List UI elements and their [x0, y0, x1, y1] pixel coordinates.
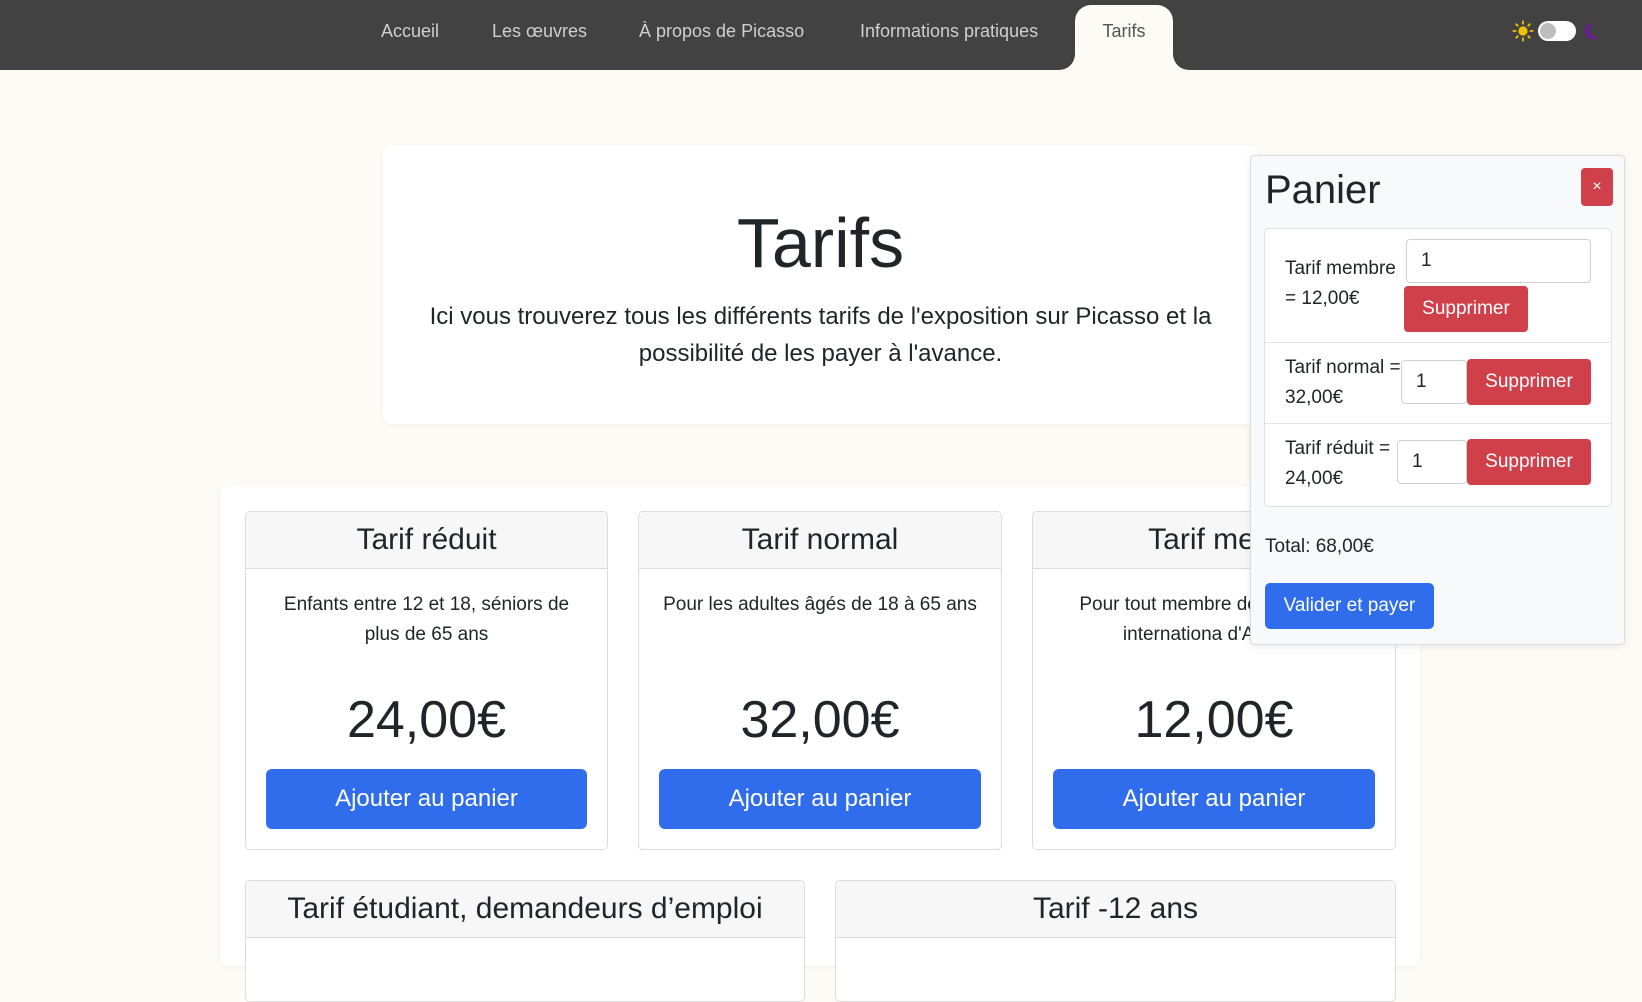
cart-item-label: Tarif membre = 12,00€	[1285, 258, 1396, 309]
moon-icon	[1584, 22, 1600, 40]
card-title: Tarif réduit	[246, 512, 607, 569]
cart-title: Panier	[1265, 168, 1381, 212]
nav-link-accueil[interactable]: Accueil	[381, 0, 439, 62]
cart-items-list: Tarif membre = 12,00€ Supprimer Tarif no…	[1264, 228, 1612, 507]
nav-link-informations[interactable]: Informations pratiques	[860, 0, 1038, 62]
remove-item-button[interactable]: Supprimer	[1404, 286, 1528, 332]
sun-icon	[1512, 20, 1534, 42]
price-card-reduit: Tarif réduit Enfants entre 12 et 18, sén…	[245, 511, 608, 850]
card-title: Tarif -12 ans	[836, 881, 1395, 938]
cart-item: Tarif normal = 32,00€ Supprimer	[1265, 342, 1611, 424]
switch-knob	[1540, 23, 1556, 39]
nav-link-oeuvres[interactable]: Les œuvres	[492, 0, 587, 62]
add-to-cart-button[interactable]: Ajouter au panier	[659, 769, 981, 829]
price-card-moins-12: Tarif -12 ans	[835, 880, 1396, 1002]
cart-item-label: Tarif normal = 32,00€	[1285, 357, 1401, 408]
remove-item-button[interactable]: Supprimer	[1467, 439, 1591, 485]
page-title: Tarifs	[736, 204, 905, 282]
card-title: Tarif normal	[639, 512, 1001, 569]
theme-switch[interactable]	[1538, 21, 1576, 41]
theme-toggle[interactable]	[1512, 18, 1608, 46]
nav-link-tarifs[interactable]: Tarifs	[1075, 5, 1173, 70]
cart-total: Total: 68,00€	[1265, 536, 1374, 557]
prices-container: Tarif réduit Enfants entre 12 et 18, sén…	[220, 486, 1420, 1002]
card-price: 32,00€	[740, 691, 900, 749]
add-to-cart-button[interactable]: Ajouter au panier	[1053, 769, 1375, 829]
card-price: 24,00€	[346, 691, 507, 749]
card-description: Pour les adultes âgés de 18 à 65 ans	[663, 594, 977, 615]
close-cart-button[interactable]: ×	[1581, 168, 1613, 206]
remove-item-button[interactable]: Supprimer	[1467, 359, 1591, 405]
cart-item: Tarif membre = 12,00€ Supprimer	[1265, 229, 1611, 343]
checkout-button[interactable]: Valider et payer	[1265, 583, 1434, 629]
hero-section: Tarifs Ici vous trouverez tous les diffé…	[383, 145, 1258, 424]
cart-panel: Panier × Tarif membre = 12,00€ Supprimer…	[1250, 155, 1625, 645]
price-card-etudiant: Tarif étudiant, demandeurs d’emploi	[245, 880, 805, 1002]
quantity-input[interactable]	[1401, 360, 1467, 404]
quantity-input[interactable]	[1397, 440, 1467, 484]
top-navbar: Accueil Les œuvres À propos de Picasso I…	[0, 0, 1642, 70]
cart-item-label: Tarif réduit = 24,00€	[1285, 438, 1391, 489]
add-to-cart-button[interactable]: Ajouter au panier	[266, 769, 587, 829]
hero-text: Ici vous trouverez tous les différents t…	[429, 303, 1212, 367]
card-title: Tarif étudiant, demandeurs d’emploi	[246, 881, 804, 938]
card-description: Enfants entre 12 et 18, séniors de plus …	[283, 594, 570, 645]
nav-link-a-propos[interactable]: À propos de Picasso	[639, 0, 804, 62]
card-price: 12,00€	[1134, 691, 1294, 749]
cart-item: Tarif réduit = 24,00€ Supprimer	[1265, 423, 1611, 504]
price-card-normal: Tarif normal Pour les adultes âgés de 18…	[638, 511, 1002, 850]
quantity-input[interactable]	[1406, 239, 1591, 283]
